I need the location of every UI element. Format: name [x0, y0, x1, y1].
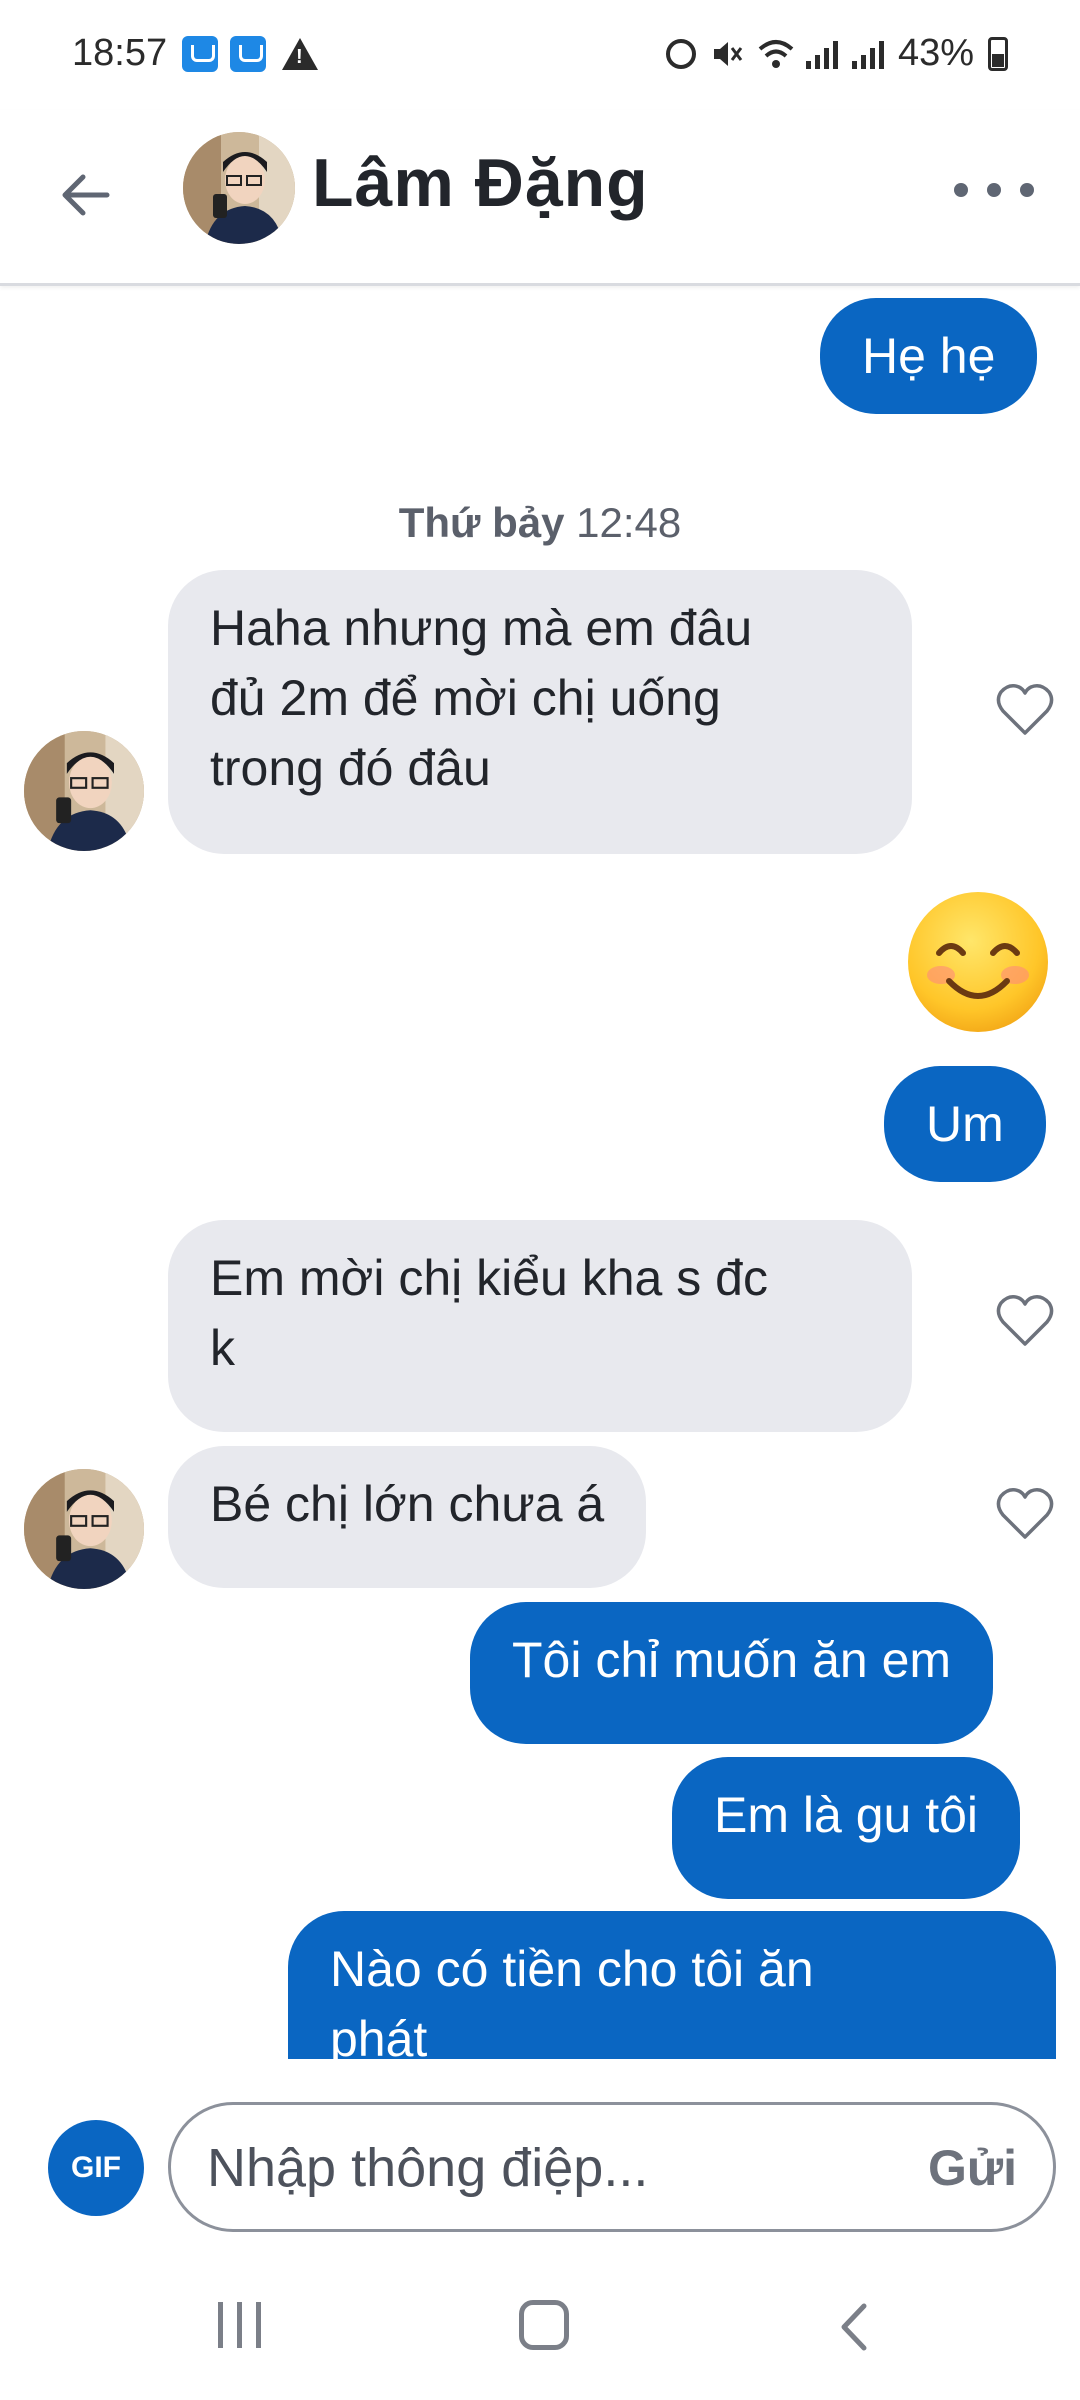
battery-percent: 43%: [897, 32, 974, 74]
message-text-line: Haha nhưng mà em đâu: [210, 600, 753, 656]
message-input-container[interactable]: Gửi: [168, 2102, 1056, 2232]
message-text: Em là gu tôi: [714, 1787, 979, 1843]
message-input[interactable]: [207, 2125, 857, 2211]
message-text-line: Nào có tiền cho tôi ăn: [330, 1941, 814, 1997]
heart-icon[interactable]: [995, 1292, 1055, 1348]
mute-icon: [710, 37, 744, 71]
signal-icon: [851, 39, 884, 69]
more-horizontal-icon: [954, 183, 968, 197]
contact-name[interactable]: Lâm Đặng: [312, 144, 649, 222]
gallery-icon: [182, 36, 218, 72]
status-left-icons: [182, 36, 318, 72]
heart-icon[interactable]: [995, 1485, 1055, 1541]
recents-icon[interactable]: [218, 2302, 261, 2348]
message-outgoing[interactable]: Hẹ hẹ: [820, 298, 1038, 414]
message-text-line: k: [210, 1320, 235, 1376]
status-right-icons: 43%: [665, 32, 1008, 75]
message-text-line: Em mời chị kiểu kha s đc: [210, 1250, 768, 1306]
time-divider: Thứ bảy 12:48: [0, 499, 1080, 547]
message-outgoing[interactable]: Em là gu tôi: [672, 1757, 1021, 1899]
avatar[interactable]: [183, 132, 295, 244]
message-text-line: trong đó đâu: [210, 740, 491, 796]
message-incoming[interactable]: Bé chị lớn chưa á: [168, 1446, 647, 1588]
alarm-icon: [665, 38, 696, 69]
gallery-icon: [230, 36, 266, 72]
system-nav-bar: [0, 2280, 1080, 2400]
avatar[interactable]: [24, 1469, 144, 1589]
more-options-button[interactable]: [954, 170, 1034, 210]
home-icon[interactable]: [519, 2300, 569, 2350]
battery-icon: [988, 36, 1008, 71]
wifi-icon: [758, 37, 794, 71]
back-button[interactable]: [50, 160, 120, 230]
warning-icon: [282, 38, 318, 70]
status-time: 18:57: [72, 32, 168, 74]
message-outgoing[interactable]: Tôi chỉ muốn ăn em: [470, 1602, 994, 1744]
message-list[interactable]: Hẹ hẹ Thứ bảy 12:48 Haha nhưng mà em đâu…: [0, 289, 1080, 2059]
arrow-left-icon: [62, 174, 110, 216]
message-incoming[interactable]: Haha nhưng mà em đâu đủ 2m để mời chị uố…: [168, 570, 912, 854]
smiling-face-emoji[interactable]: [905, 889, 1051, 1035]
send-button[interactable]: Gửi: [928, 2139, 1017, 2197]
message-text-line: phát: [330, 2011, 428, 2059]
avatar[interactable]: [24, 731, 144, 851]
time-divider-day: Thứ bảy: [398, 499, 565, 546]
message-text: Tôi chỉ muốn ăn em: [512, 1632, 952, 1688]
status-bar: 18:57 43%: [0, 0, 1080, 110]
message-incoming[interactable]: Em mời chị kiểu kha s đc k: [168, 1220, 912, 1432]
message-outgoing[interactable]: Nào có tiền cho tôi ăn phát: [288, 1911, 1056, 2059]
message-text: Um: [926, 1096, 1004, 1152]
heart-icon[interactable]: [995, 681, 1055, 737]
composer: GIF Gửi: [0, 2060, 1080, 2280]
message-outgoing[interactable]: Um: [884, 1066, 1046, 1182]
time-divider-time: 12:48: [576, 499, 682, 546]
message-text-line: đủ 2m để mời chị uống: [210, 670, 721, 726]
back-icon[interactable]: [830, 2302, 880, 2352]
gif-button[interactable]: GIF: [48, 2120, 144, 2216]
message-text: Hẹ hẹ: [862, 328, 996, 384]
chat-header: Lâm Đặng: [0, 110, 1080, 286]
signal-icon: [805, 39, 838, 69]
message-text: Bé chị lớn chưa á: [210, 1476, 605, 1532]
